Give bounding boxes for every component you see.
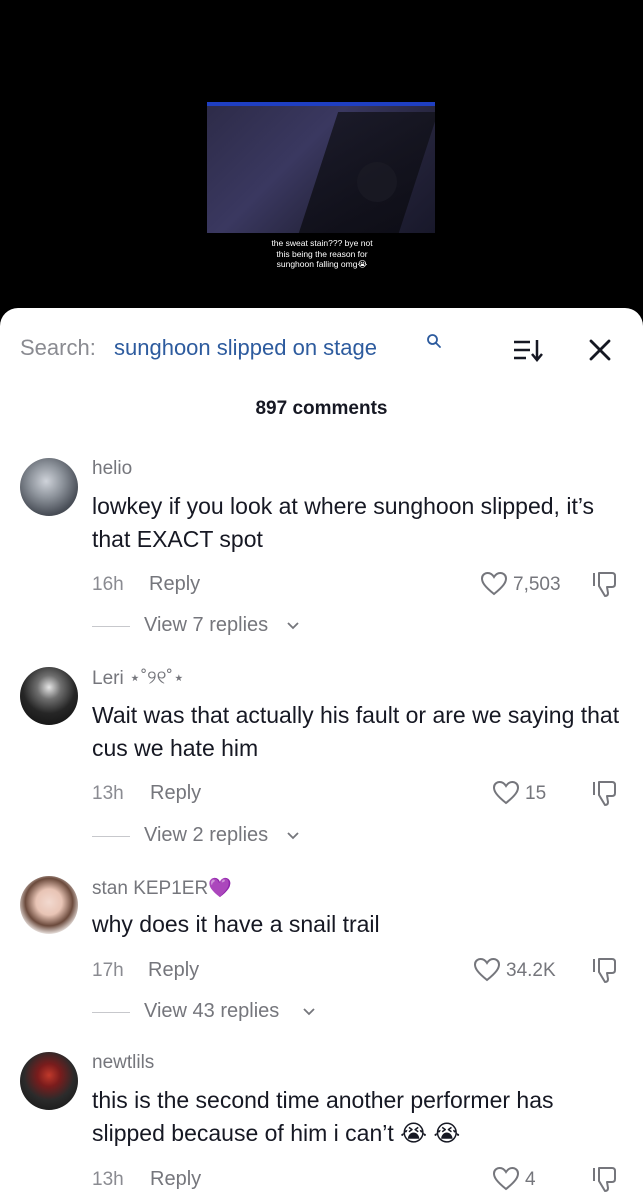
video-dark-circle [357,162,397,202]
comment-text: this is the second time another performe… [92,1087,554,1146]
video-thumbnail[interactable] [207,102,435,233]
video-top-bar [207,102,435,106]
reply-button[interactable]: Reply [148,959,199,982]
video-area[interactable]: the sweat stain??? bye not this being th… [0,0,643,320]
close-icon[interactable] [588,338,612,362]
chevron-down-icon [287,832,299,840]
comment-username[interactable]: Leri ⋆˚୨୧˚⋆ [92,667,185,690]
comment-username[interactable]: newtlils [92,1052,154,1074]
reply-button[interactable]: Reply [150,782,201,805]
reply-button[interactable]: Reply [150,1168,201,1191]
dislike-icon[interactable] [590,956,618,984]
comments-sheet: Search: sunghoon slipped on stage 897 co… [0,308,643,1200]
like-count: 4 [525,1169,536,1190]
caption-line-1: the sweat stain??? bye not [271,238,373,248]
comment-text: why does it have a snail trail [92,911,380,937]
chevron-down-icon [303,1008,315,1016]
view-replies-button[interactable]: View 43 replies [92,1000,332,1024]
search-label: Search: [20,335,96,360]
heart-icon [492,780,520,805]
view-replies-label: View 43 replies [144,1000,280,1022]
view-replies-divider [92,1012,130,1013]
dislike-icon[interactable] [590,779,618,807]
reply-button[interactable]: Reply [149,573,200,596]
view-replies-divider [92,626,130,627]
search-term-link[interactable]: sunghoon slipped on stage [114,335,377,361]
comment-username[interactable]: stan KEP1ER💜 [92,876,232,900]
dislike-icon[interactable] [590,1165,618,1193]
avatar[interactable] [20,876,78,934]
video-caption: the sweat stain??? bye not this being th… [240,238,404,270]
comment-time: 17h [92,960,124,981]
view-replies-button[interactable]: View 7 replies [92,614,312,638]
comment-time: 16h [92,574,124,595]
view-replies-divider [92,836,130,837]
search-row[interactable]: Search: sunghoon slipped on stage [20,333,623,365]
comment-text: Wait was that actually his fault or are … [92,702,620,761]
caption-line-3: sunghoon falling omg😭 [276,259,368,269]
comments-count: 897 comments [255,398,388,419]
sort-icon[interactable] [512,337,544,363]
avatar[interactable] [20,667,78,725]
like-count: 34.2K [506,960,556,981]
caption-line-2: this being the reason for [276,248,368,259]
heart-icon [480,571,508,596]
like-count: 7,503 [513,574,561,595]
like-count: 15 [525,783,547,804]
comment-username[interactable]: helio [92,458,132,480]
avatar[interactable] [20,1052,78,1110]
comment-text: lowkey if you look at where sunghoon sli… [92,493,595,552]
dislike-icon[interactable] [590,570,618,598]
magnifier-icon[interactable] [426,333,442,349]
view-replies-label: View 7 replies [144,614,269,636]
view-replies-label: View 2 replies [144,824,269,846]
comment-time: 13h [92,1169,124,1190]
avatar[interactable] [20,458,78,516]
heart-icon [473,957,501,982]
comment-time: 13h [92,783,124,804]
view-replies-button[interactable]: View 2 replies [92,824,312,848]
heart-icon [492,1166,520,1191]
chevron-down-icon [287,622,299,630]
